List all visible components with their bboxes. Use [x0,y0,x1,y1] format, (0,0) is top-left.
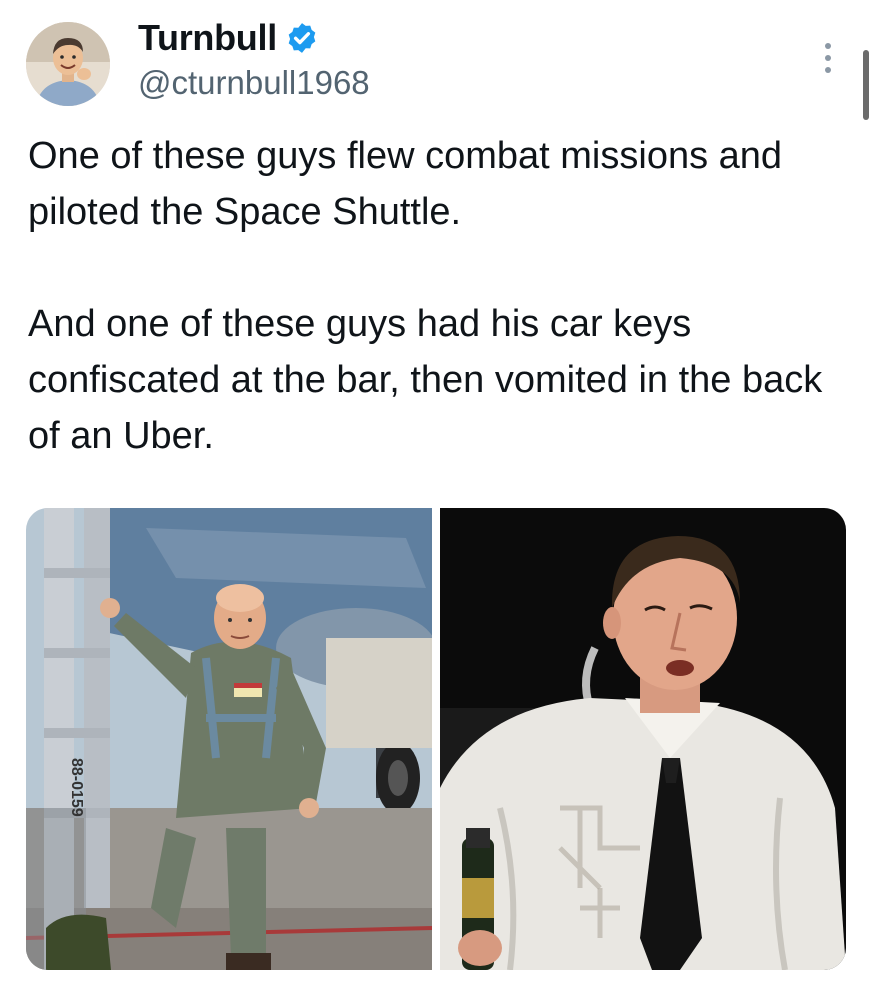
tweet-paragraph: One of these guys flew combat missions a… [28,135,783,233]
tweet-card: Turnbull @cturnbull1968 One of these guy… [0,0,872,1000]
aircraft-marking: 88-0159 [68,758,85,817]
party-photo[interactable] [440,508,846,970]
tweet-text: One of these guys flew combat missions a… [28,128,858,464]
verified-badge-icon [288,23,316,53]
scrollbar-thumb[interactable] [863,50,869,120]
pilot-photo-image: 88-0159 [26,508,432,970]
pilot-photo[interactable]: 88-0159 [26,508,432,970]
author-handle[interactable]: @cturnbull1968 [138,64,370,102]
more-vertical-icon[interactable] [814,38,842,78]
author-name-row[interactable]: Turnbull [138,16,319,60]
avatar[interactable] [26,22,110,106]
author-display-name[interactable]: Turnbull [138,17,277,59]
tweet-media[interactable]: 88-0159 [26,508,846,970]
tweet-paragraph: And one of these guys had his car keys c… [28,303,823,457]
party-photo-image [440,508,846,970]
cartoon-avatar-icon [26,22,110,106]
